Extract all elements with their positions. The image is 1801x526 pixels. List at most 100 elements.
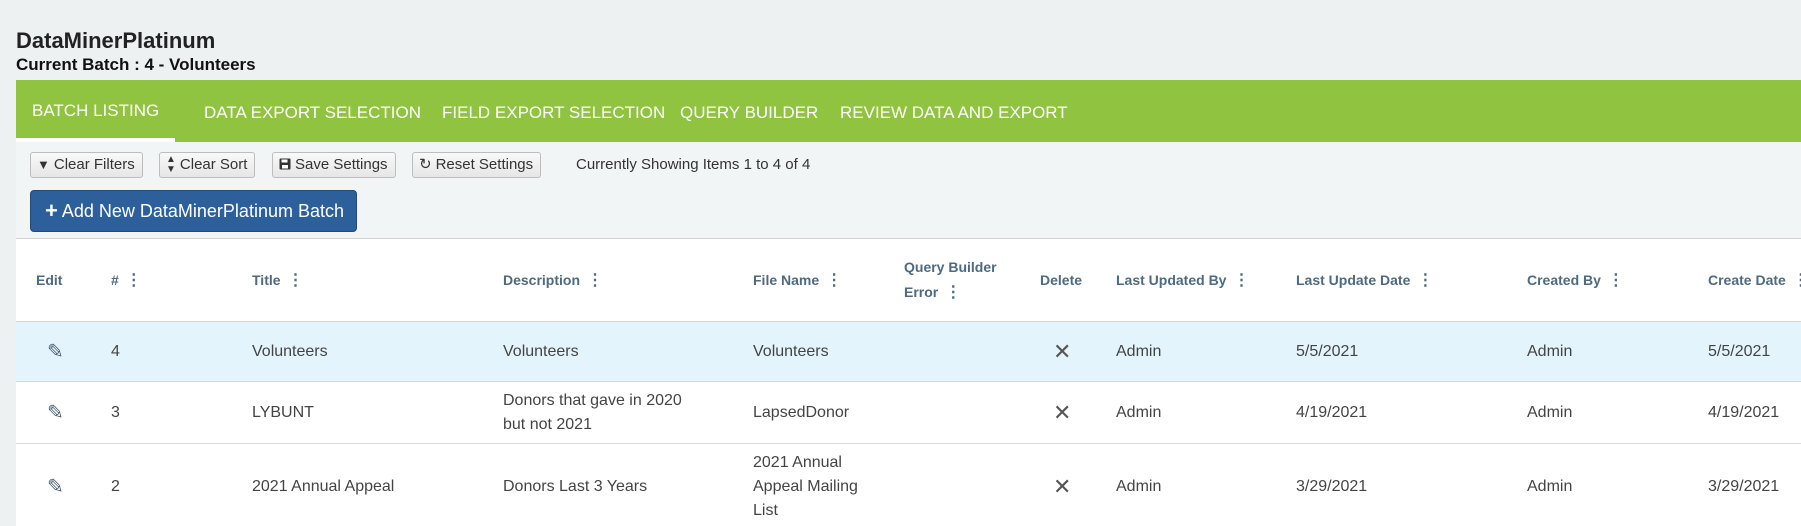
col-header-query-builder-error[interactable]: Query Builder Error ⋮ [904, 239, 1014, 321]
edit-row-button[interactable]: ✎ [47, 382, 64, 443]
col-created-by-label: Created By [1527, 272, 1601, 288]
cell-create-date: 3/29/2021 [1708, 478, 1780, 495]
col-number-label: # [111, 272, 119, 288]
add-batch-label: Add New DataMinerPlatinum Batch [61, 201, 344, 221]
col-description-label: Description [503, 272, 581, 288]
cell-file-name: LapsedDonor [753, 403, 850, 421]
cell-title: 2021 Annual Appeal [252, 478, 395, 495]
items-count-text: Currently Showing Items 1 to 4 of 4 [576, 156, 811, 173]
cell-create-date: 5/5/2021 [1708, 342, 1771, 360]
save-settings-button[interactable]: Save Settings [272, 152, 396, 178]
tab-batch-listing[interactable]: BATCH LISTING [16, 80, 176, 142]
col-header-title[interactable]: Title ⋮ [252, 239, 304, 321]
col-create-date-label: Create Date [1708, 272, 1786, 288]
col-qb-error-wrap: Query Builder Error ⋮ [904, 255, 997, 305]
col-header-description[interactable]: Description ⋮ [503, 239, 603, 321]
reset-settings-button[interactable]: ↻ Reset Settings [412, 152, 542, 178]
kebab-icon[interactable]: ⋮ [945, 284, 961, 301]
clear-filters-button[interactable]: ▼ Clear Filters [30, 152, 143, 178]
add-batch-button[interactable]: + Add New DataMinerPlatinum Batch [30, 190, 357, 232]
cell-number: 2 [111, 478, 120, 495]
refresh-icon: ↻ [419, 156, 432, 173]
close-icon[interactable]: ✕ [1053, 339, 1071, 364]
cell-last-update-date: 5/5/2021 [1296, 342, 1359, 360]
clear-sort-button[interactable]: ▲ ▼ Clear Sort [159, 152, 256, 178]
col-last-update-date-label: Last Update Date [1296, 272, 1411, 288]
delete-row-button[interactable]: ✕ [1053, 444, 1071, 526]
tab-data-export-selection[interactable]: DATA EXPORT SELECTION [188, 80, 437, 142]
col-header-created-by[interactable]: Created By ⋮ [1527, 239, 1624, 321]
col-delete-label: Delete [1040, 272, 1083, 288]
plus-icon: + [45, 198, 58, 223]
cell-file-name: 2021 Annual Appeal Mailing List [753, 454, 858, 519]
cell-last-updated-by: Admin [1116, 342, 1162, 360]
cell-title: LYBUNT [252, 403, 314, 421]
delete-row-button[interactable]: ✕ [1053, 382, 1071, 443]
tab-query-builder[interactable]: QUERY BUILDER [664, 80, 834, 142]
tab-review-data-and-export[interactable]: REVIEW DATA AND EXPORT [824, 80, 1084, 142]
close-icon[interactable]: ✕ [1053, 475, 1071, 499]
clear-sort-label: Clear Sort [179, 156, 248, 173]
col-title-label: Title [252, 272, 281, 288]
col-qb-error-label-1: Query Builder [904, 259, 997, 275]
kebab-icon[interactable]: ⋮ [126, 270, 142, 290]
tab-field-export-selection[interactable]: FIELD EXPORT SELECTION [426, 80, 681, 142]
kebab-icon[interactable]: ⋮ [587, 270, 603, 290]
edit-row-button[interactable]: ✎ [47, 322, 64, 381]
app-title: DataMinerPlatinum [16, 28, 216, 53]
col-header-number[interactable]: # ⋮ [111, 239, 142, 321]
cell-file-name: Volunteers [753, 342, 829, 360]
cell-last-updated-by: Admin [1116, 478, 1162, 495]
kebab-icon[interactable]: ⋮ [1793, 270, 1801, 290]
pencil-icon[interactable]: ✎ [47, 475, 64, 499]
clear-filters-label: Clear Filters [53, 156, 135, 173]
cell-created-by: Admin [1527, 478, 1573, 495]
col-file-name-label: File Name [753, 272, 820, 288]
table-row[interactable]: ✎ 4 Volunteers Volunteers Volunteers ✕ A… [16, 322, 1801, 382]
col-header-file-name[interactable]: File Name ⋮ [753, 239, 842, 321]
col-header-create-date[interactable]: Create Date ⋮ [1708, 239, 1801, 321]
close-icon[interactable]: ✕ [1053, 400, 1071, 425]
cell-created-by: Admin [1527, 403, 1573, 421]
cell-create-date: 4/19/2021 [1708, 403, 1780, 421]
col-header-delete: Delete [1040, 239, 1082, 321]
current-batch-label: Current Batch : 4 - Volunteers [16, 55, 256, 74]
col-header-edit: Edit [36, 239, 62, 321]
cell-last-update-date: 4/19/2021 [1296, 403, 1368, 421]
batch-listing-panel: ▼ Clear Filters ▲ ▼ Clear Sort Save Setting… [16, 142, 1801, 526]
edit-row-button[interactable]: ✎ [47, 444, 64, 526]
kebab-icon[interactable]: ⋮ [1608, 270, 1624, 290]
table-header-row: Edit # ⋮ Title ⋮ Description ⋮ File Name ⋮ Q… [16, 239, 1801, 322]
reset-settings-label: Reset Settings [435, 156, 534, 173]
col-last-updated-by-label: Last Updated By [1116, 272, 1227, 288]
kebab-icon[interactable]: ⋮ [1233, 270, 1249, 290]
cell-description: Donors Last 3 Years [503, 478, 648, 495]
delete-row-button[interactable]: ✕ [1053, 322, 1071, 381]
col-header-last-update-date[interactable]: Last Update Date ⋮ [1296, 239, 1433, 321]
pencil-icon[interactable]: ✎ [47, 340, 64, 364]
table-row[interactable]: ✎ 2 2021 Annual Appeal Donors Last 3 Yea… [16, 444, 1801, 526]
col-header-last-updated-by[interactable]: Last Updated By ⋮ [1116, 239, 1249, 321]
col-edit-label: Edit [36, 272, 63, 288]
col-qb-error-label-2: Error [904, 284, 939, 300]
main-nav: BATCH LISTING DATA EXPORT SELECTION FIEL… [16, 80, 1801, 142]
cell-description: Donors that gave in 2020 but not 2021 [503, 391, 682, 433]
save-settings-label: Save Settings [295, 156, 388, 173]
batch-table: Edit # ⋮ Title ⋮ Description ⋮ File Name ⋮ Q… [16, 238, 1801, 526]
cell-created-by: Admin [1527, 342, 1573, 360]
filter-icon: ▼ [37, 157, 50, 172]
app-header: DataMinerPlatinum Current Batch : 4 - Vo… [16, 26, 256, 76]
cell-number: 4 [111, 342, 120, 360]
cell-description: Volunteers [503, 342, 579, 360]
kebab-icon[interactable]: ⋮ [1417, 270, 1433, 290]
cell-last-updated-by: Admin [1116, 403, 1162, 421]
kebab-icon[interactable]: ⋮ [826, 270, 842, 290]
pencil-icon[interactable]: ✎ [47, 401, 64, 425]
cell-title: Volunteers [252, 342, 328, 360]
save-icon [279, 153, 291, 177]
cell-last-update-date: 3/29/2021 [1296, 478, 1368, 495]
cell-number: 3 [111, 403, 120, 421]
sort-icon: ▲ ▼ [166, 154, 176, 176]
kebab-icon[interactable]: ⋮ [288, 270, 304, 290]
table-row[interactable]: ✎ 3 LYBUNT Donors that gave in 2020 but … [16, 382, 1801, 444]
